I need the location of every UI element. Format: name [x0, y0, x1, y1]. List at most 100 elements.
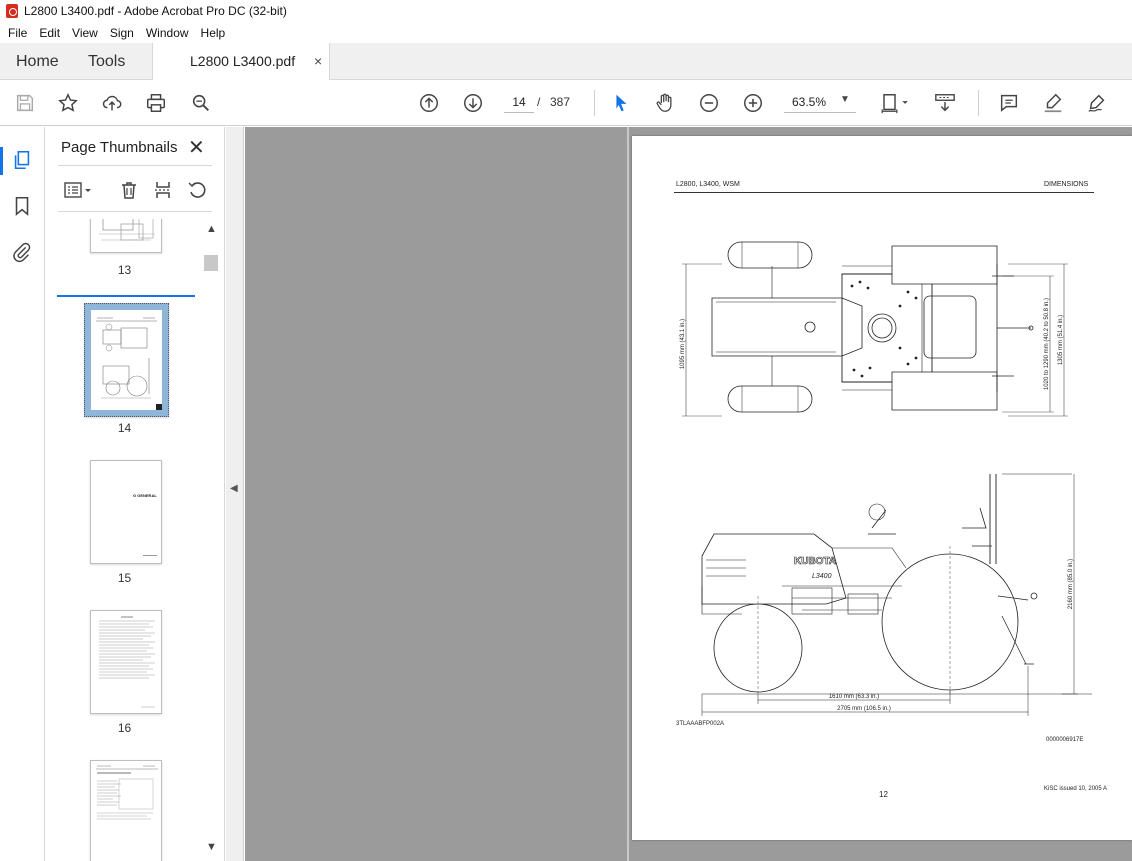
zoom-search-icon	[192, 94, 209, 111]
menu-bar: File Edit View Sign Window Help	[0, 22, 1132, 43]
menu-window[interactable]: Window	[140, 26, 195, 40]
rotate-icon	[188, 182, 206, 198]
delete-pages-button[interactable]	[116, 177, 142, 203]
thumbnail-section-text: G GENERAL	[133, 493, 157, 498]
title-bar: L2800 L3400.pdf - Adobe Acrobat Pro DC (…	[0, 0, 1132, 22]
zoom-out-icon	[700, 94, 718, 112]
toolbar-divider-2	[978, 90, 979, 116]
extract-icon	[155, 182, 171, 198]
document-view[interactable]: L2800, L3400, WSM DIMENSIONS 1095 mm (43…	[245, 127, 1132, 861]
upload-button[interactable]	[99, 90, 125, 116]
next-page-button[interactable]	[460, 90, 486, 116]
rail-selection-indicator	[0, 147, 3, 175]
scroll-down-icon[interactable]: ▼	[206, 841, 217, 853]
bookmark-star-button[interactable]	[55, 90, 81, 116]
panel-divider-2	[58, 211, 212, 212]
print-button[interactable]	[143, 90, 169, 116]
attachments-button[interactable]	[11, 241, 35, 265]
dim-overall-width: 1305 mm (51.4 in.)	[1058, 315, 1064, 365]
menu-edit[interactable]: Edit	[33, 26, 66, 40]
panel-close-button[interactable]: ✕	[188, 135, 205, 160]
thumbnail-scrollbar[interactable]: ▲ ▼	[203, 219, 219, 861]
toolbar-divider	[594, 90, 595, 116]
arrow-up-icon	[420, 94, 438, 112]
drop-indicator	[57, 295, 195, 297]
thumbnail-page-17[interactable]	[90, 760, 162, 861]
bookmark-icon	[15, 196, 29, 216]
page-number-input[interactable]	[504, 91, 534, 113]
scroll-mode-button[interactable]	[930, 90, 960, 116]
hand-icon	[656, 93, 672, 112]
hand-tool-button[interactable]	[652, 90, 678, 116]
thumbnail-page-13[interactable]	[90, 219, 162, 253]
page-thumbnails-icon	[14, 150, 30, 170]
upload-icon	[102, 95, 122, 111]
page-header-rule	[674, 192, 1094, 193]
figure-reference: 3TLAAABFP002A	[676, 721, 725, 727]
dim-overall-length: 2705 mm (106.5 in.)	[837, 706, 891, 712]
total-pages: 387	[550, 95, 571, 109]
thumbnail-drawing	[99, 219, 155, 241]
page-header-right: DIMENSIONS	[1044, 181, 1089, 188]
print-icon	[147, 94, 165, 112]
tractor-brand-decal: KUBOTA	[794, 556, 836, 567]
thumbnail-page-14-sheet	[91, 310, 162, 410]
comment-icon	[1000, 94, 1018, 112]
chevron-down-icon: ▼	[840, 94, 850, 105]
menu-view[interactable]: View	[66, 26, 104, 40]
scrollbar-thumb[interactable]	[204, 255, 218, 271]
fit-page-button[interactable]	[876, 90, 914, 116]
thumbnail-options-button[interactable]	[58, 177, 98, 203]
find-button[interactable]	[188, 90, 214, 116]
zoom-in-button[interactable]	[740, 90, 766, 116]
acrobat-pdf-icon	[6, 4, 18, 18]
zoom-out-button[interactable]	[696, 90, 722, 116]
menu-file[interactable]: File	[2, 26, 33, 40]
comment-button[interactable]	[996, 90, 1022, 116]
tab-document[interactable]: L2800 L3400.pdf ×	[152, 43, 330, 81]
rotate-pages-button[interactable]	[184, 177, 210, 203]
previous-page-button[interactable]	[416, 90, 442, 116]
tab-close-button[interactable]: ×	[314, 43, 322, 79]
page-separator: /	[537, 95, 541, 109]
thumbnail-footer-line	[143, 555, 157, 556]
tab-home[interactable]: Home	[16, 43, 59, 80]
pdf-page[interactable]: L2800, L3400, WSM DIMENSIONS 1095 mm (43…	[632, 136, 1132, 840]
highlight-icon	[1044, 93, 1062, 113]
cursor-icon	[616, 94, 627, 112]
sign-icon	[1088, 94, 1105, 112]
sign-button[interactable]	[1084, 90, 1110, 116]
tab-bar: Home Tools L2800 L3400.pdf ×	[0, 43, 1132, 81]
zoom-level-select[interactable]: 63.5% ▼	[784, 91, 856, 113]
arrow-down-icon	[464, 94, 482, 112]
menu-sign[interactable]: Sign	[104, 26, 140, 40]
tab-tools[interactable]: Tools	[88, 43, 125, 80]
tab-document-label: L2800 L3400.pdf	[190, 53, 296, 69]
thumbnail-list: 13 14 G GENERAL 15 16	[46, 219, 203, 861]
page-gutter	[627, 127, 629, 861]
page-thumbnails-button[interactable]	[11, 149, 35, 173]
paperclip-icon	[13, 242, 31, 263]
panel-collapse-strip[interactable]: ◀	[226, 127, 244, 861]
thumbnail-page-16[interactable]	[90, 610, 162, 714]
highlight-button[interactable]	[1040, 90, 1066, 116]
thumbnail-label: 16	[117, 721, 132, 735]
save-icon	[16, 94, 34, 112]
navigation-rail	[0, 127, 45, 861]
extract-pages-button[interactable]	[150, 177, 176, 203]
scroll-up-icon[interactable]: ▲	[206, 223, 217, 235]
current-page-marker	[156, 404, 162, 410]
document-code: 0000006917E	[1046, 737, 1084, 743]
trash-icon	[122, 182, 136, 199]
bookmarks-button[interactable]	[11, 195, 35, 219]
save-button[interactable]	[12, 90, 38, 116]
options-menu-icon	[64, 182, 91, 198]
collapse-arrow-icon[interactable]: ◀	[230, 483, 238, 494]
select-tool-button[interactable]	[608, 90, 634, 116]
zoom-in-icon	[744, 94, 762, 112]
thumbnail-page-14[interactable]	[84, 303, 169, 417]
menu-help[interactable]: Help	[195, 26, 232, 40]
dim-track-width: 1020 to 1290 mm (40.2 to 50.8 in.)	[1044, 298, 1050, 390]
thumbnail-page-15[interactable]: G GENERAL	[90, 460, 162, 564]
panel-divider	[58, 165, 212, 166]
